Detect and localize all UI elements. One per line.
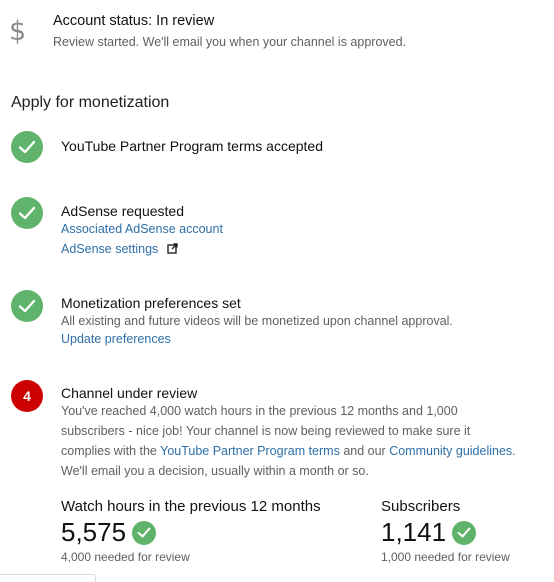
watch-hours-check-icon [132, 520, 157, 545]
subscribers-label: Subscribers [381, 498, 461, 515]
step-2-title: AdSense requested [61, 203, 184, 219]
subscribers-check-icon [452, 520, 477, 545]
step-4-description-line-4: We'll email you a decision, usually with… [61, 464, 369, 478]
step-2-link-row-1: Associated AdSense account [61, 222, 223, 236]
external-link-icon[interactable] [167, 243, 178, 257]
account-status-title: Account status: In review [53, 13, 215, 29]
step-4-text-suffix: . [512, 444, 516, 458]
step-2-link-row-2: AdSense settings [61, 242, 178, 257]
associated-adsense-account-link[interactable]: Associated AdSense account [61, 222, 223, 236]
step-4-description-line-1: You've reached 4,000 watch hours in the … [61, 404, 458, 418]
step-4-text-mid: and our [339, 444, 390, 458]
account-status: $ Account status: In review Review start… [0, 0, 554, 62]
account-status-subtitle: Review started. We'll email you when you… [53, 35, 407, 49]
step-2-check-icon [11, 197, 43, 229]
step-4-description-line-2: subscribers - nice job! Your channel is … [61, 424, 471, 438]
watch-hours-label: Watch hours in the previous 12 months [61, 498, 321, 515]
step-3-check-icon [11, 290, 43, 322]
step-3-description: All existing and future videos will be m… [61, 314, 453, 328]
step-4-description-line-3: complies with the YouTube Partner Progra… [61, 444, 516, 458]
community-guidelines-link[interactable]: Community guidelines [389, 444, 512, 458]
dollar-icon: $ [9, 16, 27, 47]
step-3-link-row: Update preferences [61, 332, 171, 346]
subscribers-stat: 1,141 [381, 517, 477, 548]
watch-hours-note: 4,000 needed for review [61, 550, 190, 564]
step-3-title: Monetization preferences set [61, 295, 241, 311]
partner-program-terms-link[interactable]: YouTube Partner Program terms [160, 444, 340, 458]
update-preferences-link[interactable]: Update preferences [61, 332, 171, 346]
subscribers-note: 1,000 needed for review [381, 550, 510, 564]
step-4-text-prefix: complies with the [61, 444, 161, 458]
adsense-settings-link[interactable]: AdSense settings [61, 242, 158, 256]
section-heading: Apply for monetization [11, 94, 170, 111]
step-1-check-icon [11, 131, 43, 163]
watch-hours-stat: 5,575 [61, 517, 157, 548]
subscribers-value: 1,141 [381, 517, 447, 547]
step-1-title: YouTube Partner Program terms accepted [61, 138, 323, 154]
step-4-number-badge: 4 [11, 380, 43, 412]
watch-hours-value: 5,575 [61, 517, 127, 547]
step-4-title: Channel under review [61, 385, 198, 401]
